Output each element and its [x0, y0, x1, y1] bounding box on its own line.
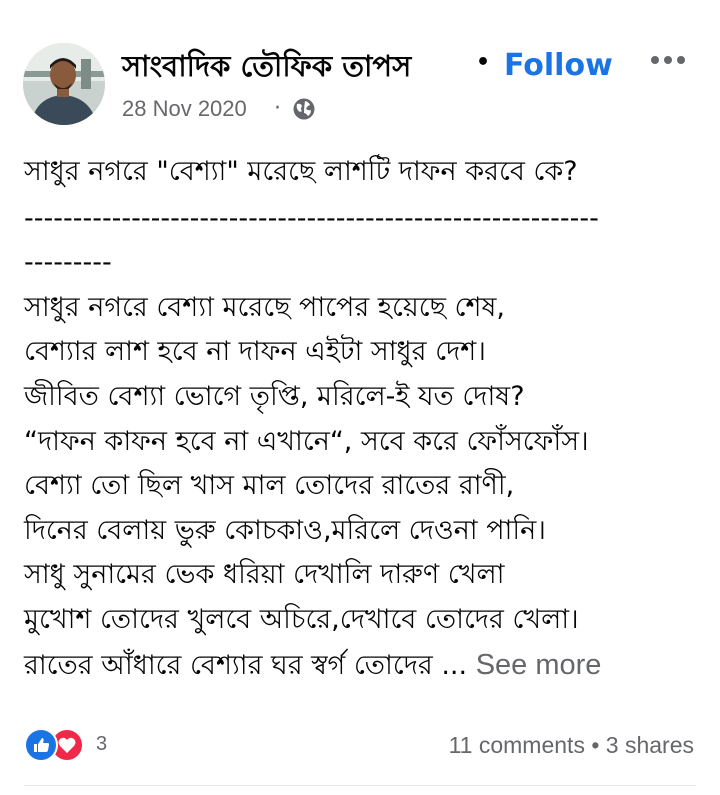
poem-line: জীবিত বেশ্যা ভোগে তৃপ্তি, মরিলে-ই যত দোষ…	[24, 380, 525, 412]
poem-lines: সাধুর নগরে বেশ্যা মরেছে পাপের হয়েছে শেষ…	[24, 286, 694, 688]
comments-shares-count[interactable]: 11 comments • 3 shares	[449, 732, 694, 759]
poem-line: “দাফন কাফন হবে না এখানে“, সবে করে ফোঁসফো…	[24, 425, 589, 457]
poem-line: সাধু সুনামের ভেক ধরিয়া দেখালি দারুণ খেল…	[24, 559, 505, 591]
post-timestamp[interactable]: 28 Nov 2020	[122, 96, 247, 122]
divider	[24, 785, 696, 786]
avatar-photo	[23, 43, 105, 125]
reactions-bar: 3 11 comments • 3 shares	[24, 728, 714, 762]
poem-line: সাধুর নগরে বেশ্যা মরেছে পাপের হয়েছে শেষ…	[24, 291, 505, 323]
author-name[interactable]: সাংবাদিক তৌফিক তাপস	[122, 44, 411, 93]
see-more-link[interactable]: See more	[476, 649, 602, 681]
avatar[interactable]	[23, 43, 105, 125]
dashed-separator: ----------------------------------------…	[24, 202, 599, 234]
dashed-separator-continued: ---------	[24, 247, 112, 279]
reaction-count[interactable]: 3	[96, 733, 107, 756]
poem-line: দিনের বেলায় ভুরু কোচকাও,মরিলে দেওনা পান…	[24, 514, 546, 546]
post-header: সাংবাদিক তৌফিক তাপস • Follow 28 Nov 2020…	[0, 0, 720, 140]
poem-line: বেশ্যা তো ছিল খাস মাল তোদের রাতের রাণী,	[24, 470, 515, 502]
privacy-separator: ·	[274, 96, 281, 121]
globe-icon	[293, 98, 315, 120]
post-title: সাধুর নগরে "বেশ্যা" মরেছে লাশটি দাফন করব…	[24, 156, 578, 187]
post-text: সাধুর নগরে "বেশ্যা" মরেছে লাশটি দাফন করব…	[24, 150, 694, 688]
poem-line: রাতের আঁধারে বেশ্যার ঘর স্বর্গ তোদের ...…	[24, 643, 694, 689]
follow-button[interactable]: Follow	[504, 48, 613, 83]
poem-line: বেশ্যার লাশ হবে না দাফন এইটা সাধুর দেশ।	[24, 336, 486, 368]
like-icon[interactable]	[24, 728, 58, 762]
poem-line-text: রাতের আঁধারে বেশ্যার ঘর স্বর্গ তোদের ...	[24, 649, 468, 681]
more-horizontal-icon[interactable]	[648, 48, 688, 72]
poem-line: মুখোশ তোদের খুলবে অচিরে,দেখাবে তোদের খেল…	[24, 603, 579, 635]
header-separator: •	[476, 50, 491, 75]
